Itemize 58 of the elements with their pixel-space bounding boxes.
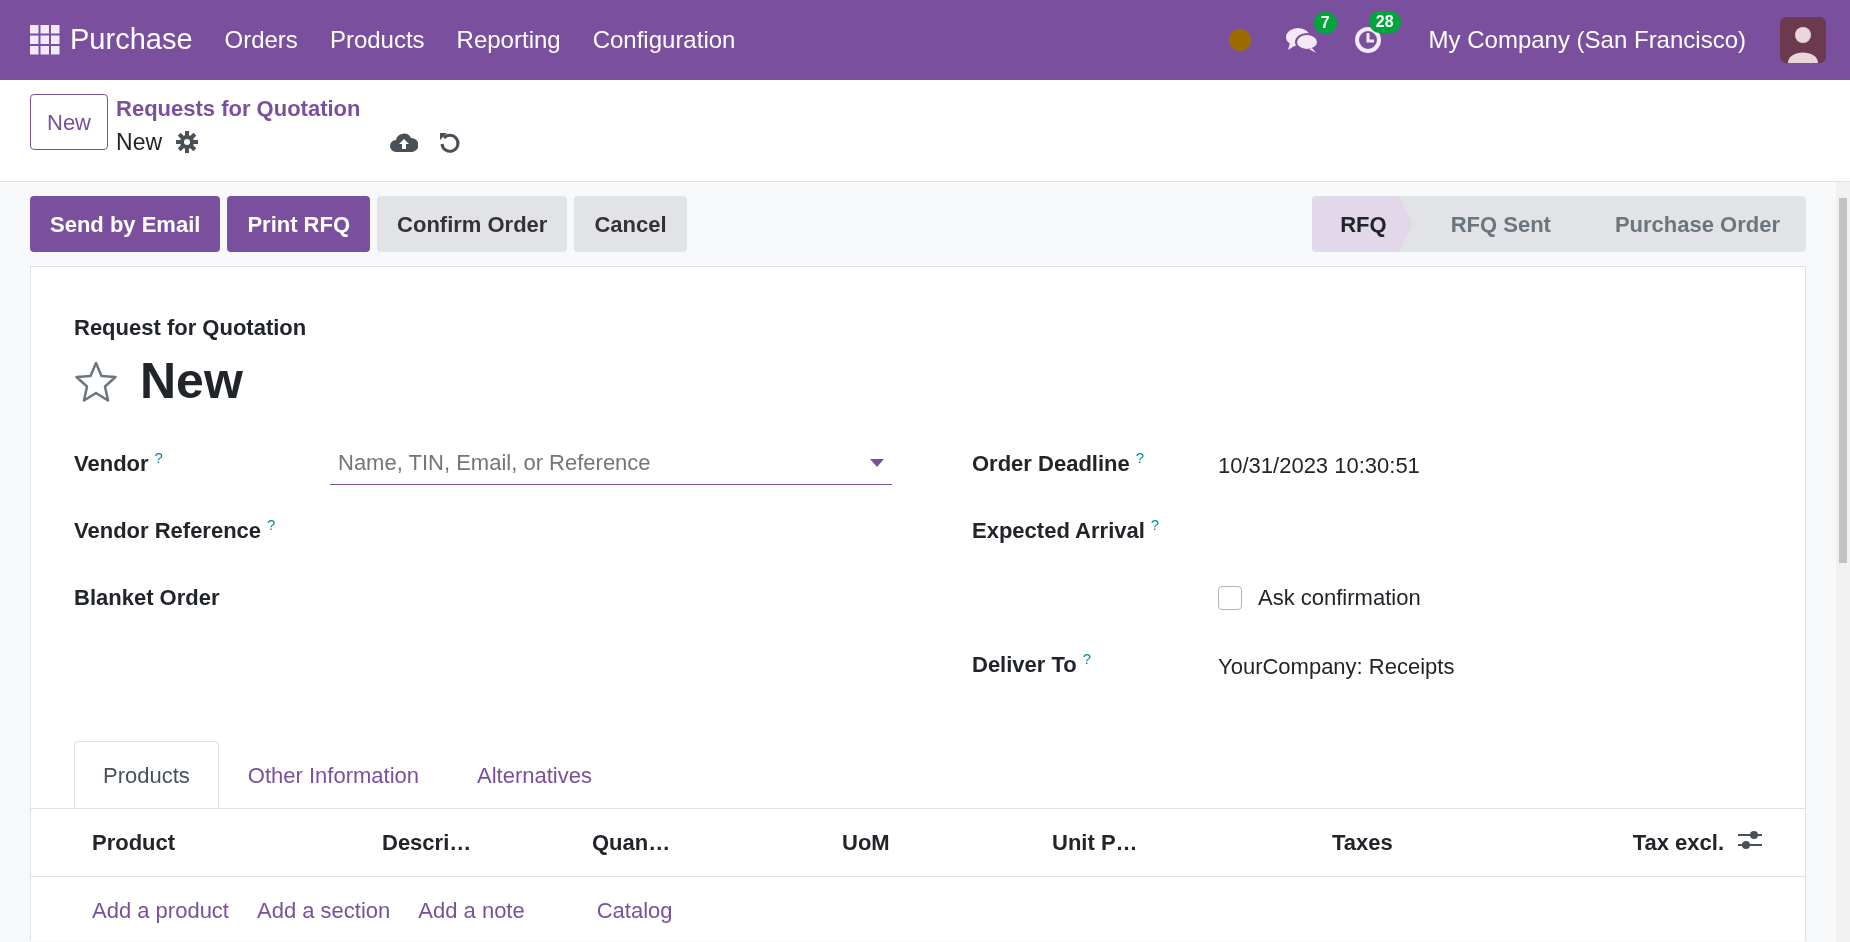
column-header[interactable]: Product bbox=[92, 830, 176, 855]
field-label: Order Deadline bbox=[972, 450, 1130, 478]
app-name[interactable]: Purchase bbox=[70, 18, 193, 62]
scrollbar[interactable] bbox=[1836, 182, 1850, 942]
field-label: Expected Arrival bbox=[972, 517, 1145, 545]
activity-count: 28 bbox=[1368, 11, 1401, 33]
chat-bubbles-icon[interactable] bbox=[1284, 26, 1319, 54]
cloud-upload-icon[interactable] bbox=[390, 132, 419, 153]
add-line-link[interactable]: Add a product bbox=[92, 898, 229, 923]
new-button[interactable]: New bbox=[30, 94, 108, 150]
menu-item[interactable]: Reporting bbox=[440, 22, 577, 58]
avatar[interactable] bbox=[1780, 17, 1826, 63]
company-switcher[interactable]: My Company (San Francisco) bbox=[1428, 22, 1746, 58]
field-label: Blanket Order bbox=[74, 584, 220, 612]
apps-menu-icon[interactable] bbox=[30, 25, 60, 55]
field-label: Vendor Reference bbox=[74, 517, 262, 545]
clock-icon[interactable] bbox=[1352, 25, 1383, 55]
field-value: YourCompany: Receipts bbox=[1218, 653, 1455, 681]
primary-button[interactable]: Send by Email bbox=[30, 196, 221, 252]
field-label: Vendor bbox=[74, 450, 149, 478]
message-count: 7 bbox=[1313, 12, 1337, 34]
column-header[interactable]: Taxes bbox=[1332, 830, 1393, 855]
checkbox[interactable] bbox=[1218, 585, 1242, 610]
caret-icon[interactable] bbox=[870, 459, 884, 467]
field-value: 10/31/2023 10:30:51 bbox=[1218, 452, 1420, 480]
sliders-icon[interactable] bbox=[1738, 830, 1762, 850]
column-header[interactable]: Tax excl. bbox=[1632, 830, 1724, 855]
secondary-button[interactable]: Confirm Order bbox=[377, 196, 568, 252]
add-line-link[interactable]: Add a note bbox=[418, 898, 525, 923]
checkbox-label: Ask confirmation bbox=[1258, 584, 1421, 612]
record-title: New bbox=[140, 352, 243, 411]
scrollbar-thumb[interactable] bbox=[1839, 198, 1847, 563]
menu-item[interactable]: Products bbox=[313, 22, 441, 58]
tab[interactable]: Alternatives bbox=[448, 741, 621, 808]
help-tooltip[interactable]: ? bbox=[154, 447, 163, 470]
primary-button[interactable]: Print RFQ bbox=[227, 196, 371, 252]
column-header[interactable]: Descri… bbox=[382, 830, 472, 855]
record-name: New bbox=[116, 128, 163, 157]
help-tooltip[interactable]: ? bbox=[1135, 447, 1145, 470]
menu-item[interactable]: Configuration bbox=[576, 22, 752, 58]
field-label: Deliver To bbox=[972, 651, 1077, 679]
status-dot-icon bbox=[1228, 29, 1251, 51]
help-tooltip[interactable]: ? bbox=[1082, 648, 1092, 671]
menu-item[interactable]: Orders bbox=[208, 22, 314, 58]
secondary-button[interactable]: Cancel bbox=[574, 196, 687, 252]
tab[interactable]: Other Information bbox=[218, 741, 448, 808]
column-header[interactable]: Unit P… bbox=[1052, 830, 1138, 855]
star-icon[interactable] bbox=[74, 360, 118, 403]
form-subtitle: Request for Quotation bbox=[73, 314, 308, 342]
help-tooltip[interactable]: ? bbox=[1150, 514, 1160, 537]
status-stage[interactable]: RFQ bbox=[1312, 196, 1413, 252]
tab[interactable]: Products bbox=[74, 741, 219, 808]
breadcrumb-link[interactable]: Requests for Quotation bbox=[116, 92, 463, 125]
column-header[interactable]: Quan… bbox=[592, 830, 671, 855]
help-tooltip[interactable]: ? bbox=[267, 514, 276, 537]
catalog-link[interactable]: Catalog bbox=[596, 898, 673, 923]
column-header[interactable]: UoM bbox=[842, 830, 890, 855]
add-line-link[interactable]: Add a section bbox=[257, 898, 391, 923]
